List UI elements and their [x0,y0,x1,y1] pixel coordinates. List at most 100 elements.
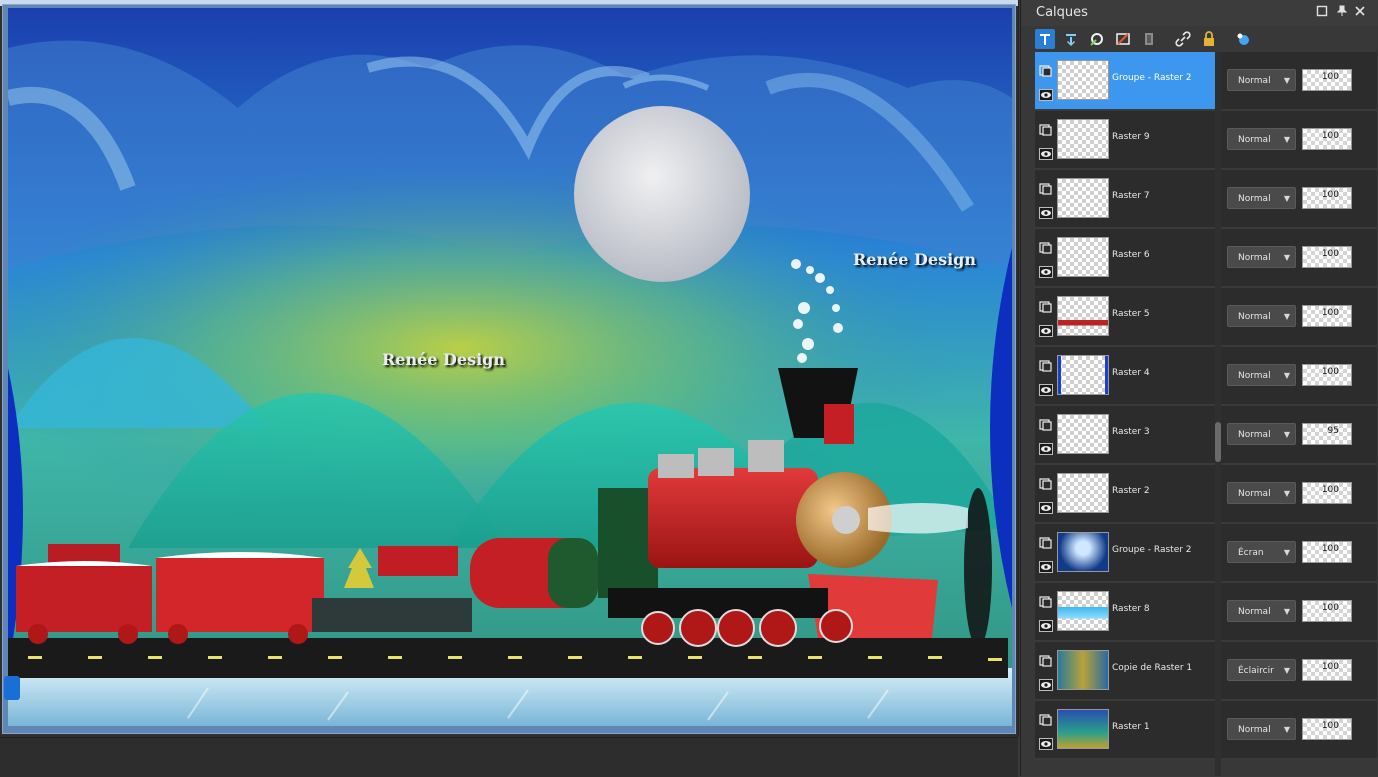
new-adjustment-layer-icon[interactable] [1113,29,1133,49]
layer-row[interactable]: Raster 8 Normal ▼ 100 [1035,583,1377,642]
opacity-field[interactable]: 100 [1302,364,1352,386]
status-area [0,737,1018,777]
layer-row[interactable]: Groupe - Raster 2 Normal ▼ 100 [1035,52,1377,111]
watermark-text: Renée Design [382,350,505,369]
layer-row[interactable]: Raster 1 Normal ▼ 100 [1035,701,1377,760]
layer-type-icon[interactable] [1039,416,1053,431]
layer-item[interactable]: Raster 6 [1035,229,1216,288]
layer-type-icon[interactable] [1039,475,1053,490]
restore-icon[interactable] [1315,5,1329,19]
chevron-down-icon: ▼ [1283,194,1290,203]
opacity-field[interactable]: 100 [1302,69,1352,91]
layer-row[interactable]: Raster 9 Normal ▼ 100 [1035,111,1377,170]
panel-header[interactable]: Calques [1021,0,1378,27]
opacity-field[interactable]: 100 [1302,659,1352,681]
blend-mode-dropdown[interactable]: Normal ▼ [1227,364,1296,386]
thumbnail-preview [1058,297,1108,335]
opacity-field[interactable]: 100 [1302,541,1352,563]
opacity-field[interactable]: 100 [1302,128,1352,150]
blend-mode-dropdown[interactable]: Normal ▼ [1227,482,1296,504]
blend-mode-dropdown[interactable]: Normal ▼ [1227,187,1296,209]
new-mask-layer-icon[interactable] [1087,29,1107,49]
opacity-field[interactable]: 100 [1302,718,1352,740]
layer-type-icon[interactable] [1039,652,1053,667]
eye-icon[interactable] [1039,86,1053,101]
layer-item[interactable]: Groupe - Raster 2 [1035,52,1216,111]
eye-icon[interactable] [1039,145,1053,160]
blend-mode-dropdown[interactable]: Écran ▼ [1227,541,1296,563]
layer-item[interactable]: Raster 3 [1035,406,1216,465]
layer-type-icon[interactable] [1039,239,1053,254]
eye-icon[interactable] [1039,204,1053,219]
opacity-field[interactable]: 100 [1302,600,1352,622]
layer-type-icon[interactable] [1039,593,1053,608]
layer-type-icon[interactable] [1039,534,1053,549]
eye-icon[interactable] [1039,735,1053,750]
layer-thumbnail [1057,709,1109,749]
eye-icon[interactable] [1039,676,1053,691]
blend-mode-dropdown[interactable]: Normal ▼ [1227,128,1296,150]
layer-properties: Normal ▼ 95 [1218,406,1377,465]
blend-mode-dropdown[interactable]: Normal ▼ [1227,69,1296,91]
eye-icon[interactable] [1039,263,1053,278]
layer-type-icon[interactable] [1039,121,1053,136]
layer-item[interactable]: Raster 1 [1035,701,1216,760]
layer-item[interactable]: Raster 2 [1035,465,1216,524]
blend-mode-value: Normal [1238,725,1271,735]
eye-icon[interactable] [1039,558,1053,573]
blend-mode-value: Normal [1238,430,1271,440]
layer-name: Groupe - Raster 2 [1112,545,1192,555]
layer-row[interactable]: Raster 2 Normal ▼ 100 [1035,465,1377,524]
layer-item[interactable]: Raster 9 [1035,111,1216,170]
close-icon[interactable] [1353,5,1367,19]
layer-row[interactable]: Groupe - Raster 2 Écran ▼ 100 [1035,524,1377,583]
lock-layer-icon[interactable] [1199,29,1219,49]
opacity-field[interactable]: 100 [1302,305,1352,327]
layer-row[interactable]: Raster 7 Normal ▼ 100 [1035,170,1377,229]
blend-mode-dropdown[interactable]: Normal ▼ [1227,246,1296,268]
blend-mode-dropdown[interactable]: Normal ▼ [1227,718,1296,740]
layer-row[interactable]: Raster 4 Normal ▼ 100 [1035,347,1377,406]
layers-panel: Calques Groupe - Raster 2 Normal ▼ 100 R… [1020,0,1378,776]
layer-item[interactable]: Raster 5 [1035,288,1216,347]
eye-icon[interactable] [1039,381,1053,396]
new-vector-layer-icon[interactable] [1061,29,1081,49]
pin-icon[interactable] [1335,5,1349,19]
layer-thumbnail [1057,473,1109,513]
opacity-field[interactable]: 95 [1302,423,1352,445]
layer-item[interactable]: Raster 7 [1035,170,1216,229]
eye-icon[interactable] [1039,617,1053,632]
layer-thumbnail [1057,60,1109,100]
layer-item[interactable]: Groupe - Raster 2 [1035,524,1216,583]
layer-item[interactable]: Copie de Raster 1 [1035,642,1216,701]
layer-type-icon[interactable] [1039,711,1053,726]
layer-item[interactable]: Raster 4 [1035,347,1216,406]
blend-mode-dropdown[interactable]: Normal ▼ [1227,423,1296,445]
blend-mode-dropdown[interactable]: Normal ▼ [1227,305,1296,327]
blend-mode-dropdown[interactable]: Éclaircir ▼ [1227,659,1296,681]
layer-row[interactable]: Raster 6 Normal ▼ 100 [1035,229,1377,288]
layer-row[interactable]: Raster 3 Normal ▼ 95 [1035,406,1377,465]
panel-scroll-track[interactable] [1215,52,1221,776]
eye-icon[interactable] [1039,322,1053,337]
layer-type-icon[interactable] [1039,298,1053,313]
link-layers-icon[interactable] [1173,29,1193,49]
layer-type-icon[interactable] [1039,62,1053,77]
layer-item[interactable]: Raster 8 [1035,583,1216,642]
blend-mode-dropdown[interactable]: Normal ▼ [1227,600,1296,622]
opacity-field[interactable]: 100 [1302,246,1352,268]
layer-properties: Normal ▼ 100 [1218,583,1377,642]
layer-row[interactable]: Raster 5 Normal ▼ 100 [1035,288,1377,347]
layer-styles-icon[interactable] [1233,29,1253,49]
opacity-field[interactable]: 100 [1302,482,1352,504]
panel-splitter-handle[interactable] [1215,422,1221,462]
layer-row[interactable]: Copie de Raster 1 Éclaircir ▼ 100 [1035,642,1377,701]
delete-layer-icon[interactable] [1139,29,1159,49]
eye-icon[interactable] [1039,499,1053,514]
canvas-artwork[interactable] [8,8,1012,726]
opacity-field[interactable]: 100 [1302,187,1352,209]
layer-type-icon[interactable] [1039,180,1053,195]
new-raster-layer-icon[interactable] [1035,29,1055,49]
eye-icon[interactable] [1039,440,1053,455]
layer-type-icon[interactable] [1039,357,1053,372]
